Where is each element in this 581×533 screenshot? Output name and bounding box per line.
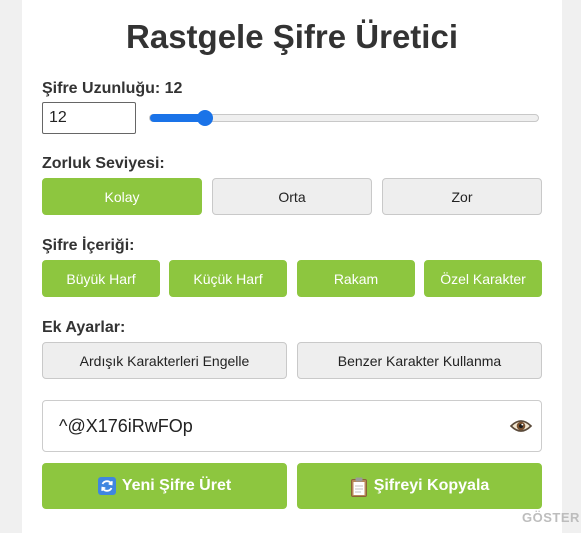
special-chars-button[interactable]: Özel Karakter bbox=[424, 260, 542, 297]
copy-label: Şifreyi Kopyala bbox=[373, 477, 490, 494]
slider-thumb[interactable] bbox=[197, 110, 213, 126]
generate-button[interactable]: Yeni Şifre Üret bbox=[42, 463, 287, 509]
copy-button[interactable]: Şifreyi Kopyala bbox=[297, 463, 542, 509]
lowercase-button[interactable]: Küçük Harf bbox=[169, 260, 287, 297]
uppercase-button[interactable]: Büyük Harf bbox=[42, 260, 160, 297]
length-slider[interactable] bbox=[149, 110, 539, 126]
length-label: Şifre Uzunluğu: 12 bbox=[42, 80, 183, 97]
digits-button[interactable]: Rakam bbox=[297, 260, 415, 297]
difficulty-hard-button[interactable]: Zor bbox=[382, 178, 542, 215]
password-output[interactable]: ^@X176iRwFOp bbox=[42, 400, 542, 452]
watermark: GÖSTER bbox=[522, 510, 580, 525]
content-label: Şifre İçeriği: bbox=[42, 237, 135, 254]
length-input[interactable] bbox=[42, 102, 136, 134]
eye-icon[interactable] bbox=[509, 415, 533, 437]
no-similar-button[interactable]: Benzer Karakter Kullanma bbox=[297, 342, 542, 379]
extra-label: Ek Ayarlar: bbox=[42, 319, 126, 336]
difficulty-label: Zorluk Seviyesi: bbox=[42, 155, 165, 172]
generate-label: Yeni Şifre Üret bbox=[121, 477, 232, 494]
password-text: ^@X176iRwFOp bbox=[59, 416, 193, 436]
difficulty-medium-button[interactable]: Orta bbox=[212, 178, 372, 215]
difficulty-easy-button[interactable]: Kolay bbox=[42, 178, 202, 215]
refresh-icon bbox=[97, 477, 116, 495]
clipboard-icon bbox=[350, 477, 368, 497]
generator-card: Rastgele Şifre Üretici Şifre Uzunluğu: 1… bbox=[22, 0, 562, 533]
no-sequential-button[interactable]: Ardışık Karakterleri Engelle bbox=[42, 342, 287, 379]
page-title: Rastgele Şifre Üretici bbox=[126, 18, 458, 55]
